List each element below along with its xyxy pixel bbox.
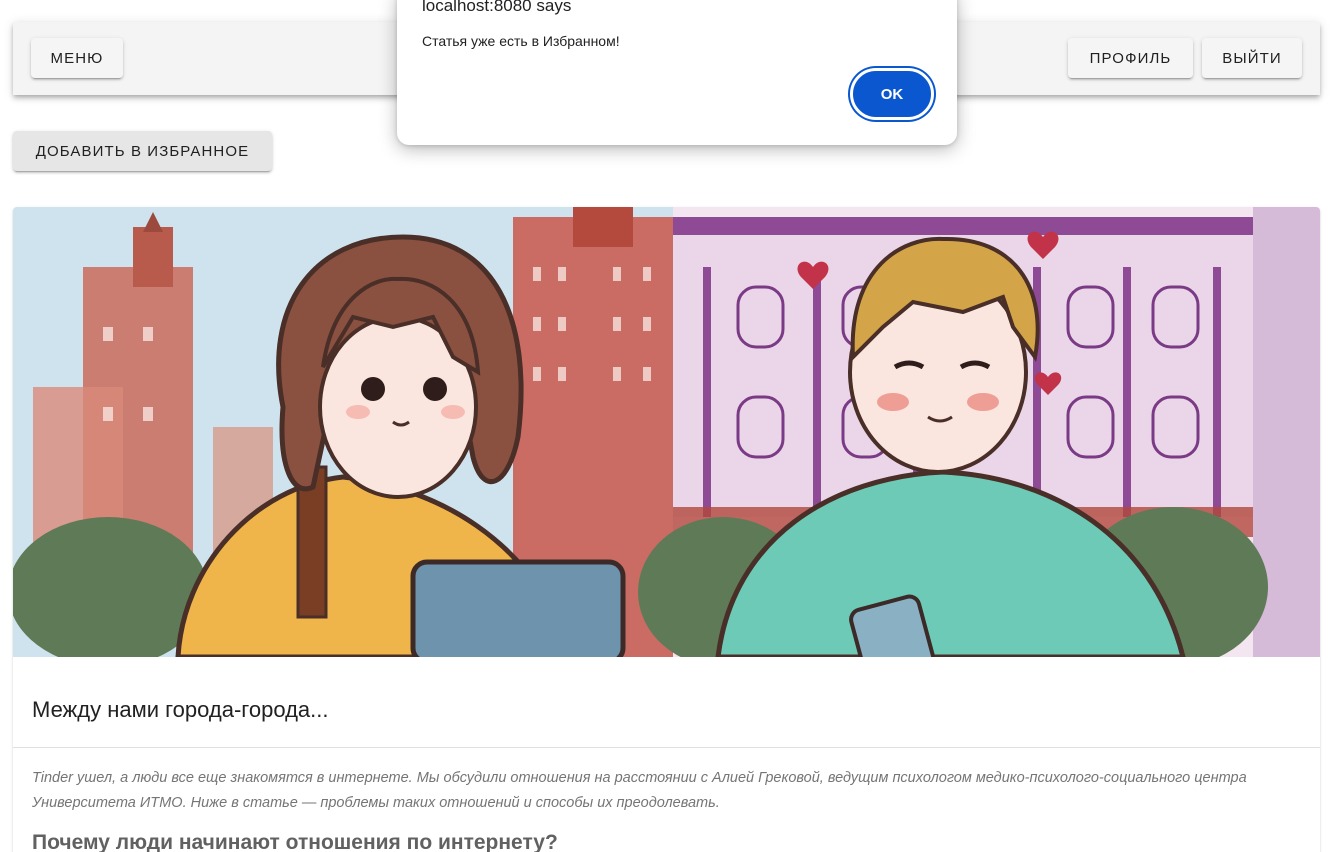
page: Меню Профиль Выйти Добавить в избранное bbox=[0, 0, 1333, 852]
profile-button[interactable]: Профиль bbox=[1068, 38, 1193, 78]
alert-dialog: localhost:8080 says Статья уже есть в Из… bbox=[397, 0, 957, 145]
ok-button[interactable]: OK bbox=[850, 68, 934, 120]
article-hero-illustration bbox=[13, 207, 1320, 657]
menu-button[interactable]: Меню bbox=[31, 38, 123, 78]
article-lead: Tinder ушел, а люди все еще знакомятся в… bbox=[32, 770, 1247, 811]
add-to-favorites-button[interactable]: Добавить в избранное bbox=[13, 131, 272, 171]
logout-button[interactable]: Выйти bbox=[1202, 38, 1302, 78]
divider bbox=[13, 747, 1320, 748]
article-subheading: Почему люди начинают отношения по интерн… bbox=[32, 831, 558, 852]
article-card: Между нами города-города... Tinder ушел,… bbox=[13, 207, 1320, 852]
dialog-title: localhost:8080 says bbox=[422, 0, 572, 15]
article-title: Между нами города-города... bbox=[32, 697, 329, 722]
dialog-message: Статья уже есть в Избранном! bbox=[422, 33, 620, 49]
